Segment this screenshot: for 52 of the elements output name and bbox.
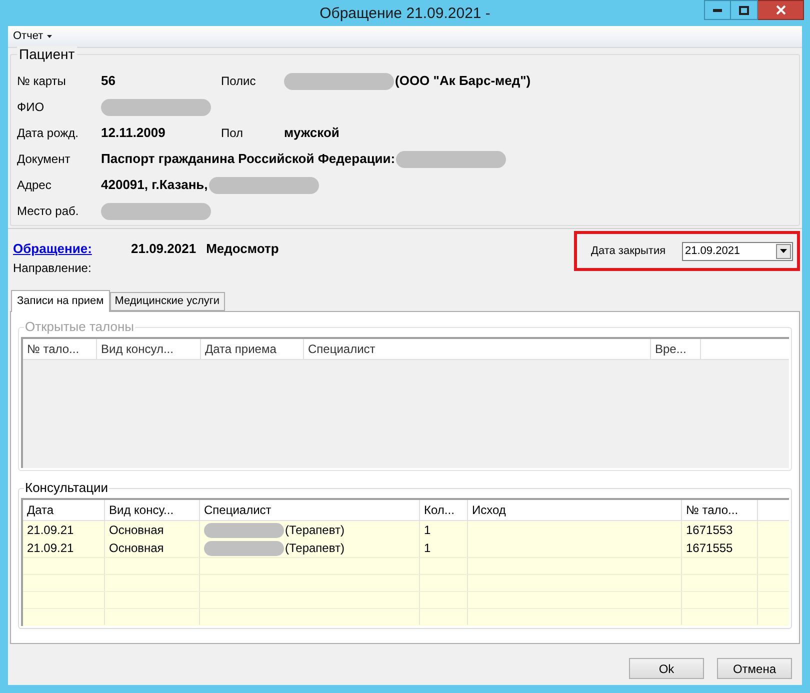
cell-text: Основная bbox=[109, 540, 164, 557]
field-label: Пол bbox=[221, 126, 244, 140]
caret-icon bbox=[47, 35, 52, 38]
field-value: 12.11.2009 bbox=[101, 124, 166, 142]
field-value: Паспорт гражданина Российской Федерации: bbox=[101, 150, 396, 168]
cell-text: 1671555 bbox=[686, 540, 733, 557]
group-title: Консультации bbox=[24, 480, 110, 496]
dialog-button[interactable]: Ok bbox=[629, 658, 704, 679]
menu-item[interactable]: Отчет bbox=[11, 28, 54, 45]
field-value: (ООО "Ак Барс-мед") bbox=[395, 72, 531, 90]
field-value: 56 bbox=[101, 72, 116, 90]
cell-text: 1 bbox=[424, 540, 431, 557]
cell-text: 1671553 bbox=[686, 522, 733, 539]
column-header[interactable]: Исход bbox=[468, 500, 682, 520]
appeal-link[interactable]: Обращение: bbox=[13, 239, 131, 258]
window-title: Обращение 21.09.2021 - bbox=[320, 5, 490, 22]
field-label: Документ bbox=[17, 152, 70, 166]
field-label: Адрес bbox=[17, 178, 52, 192]
appeal-type: Медосмотр bbox=[206, 240, 279, 258]
column-header[interactable]: Кол... bbox=[420, 500, 468, 520]
maximize-icon bbox=[739, 6, 749, 14]
minimize-icon bbox=[713, 8, 722, 12]
maximize-button[interactable] bbox=[731, 0, 758, 20]
field-label: Место раб. bbox=[17, 204, 79, 218]
cell-text: (Терапевт) bbox=[285, 522, 344, 539]
tab[interactable]: Медицинские услуги bbox=[110, 292, 225, 311]
close-button[interactable] bbox=[758, 0, 804, 20]
field-label: Полис bbox=[221, 74, 256, 88]
field-value: 420091, г.Казань, bbox=[101, 176, 208, 194]
field-label: ФИО bbox=[17, 100, 44, 114]
tab[interactable]: Записи на прием bbox=[11, 290, 110, 312]
close-icon bbox=[776, 5, 786, 15]
field-label: Дата закрытия bbox=[591, 244, 667, 259]
cell-text: (Терапевт) bbox=[285, 540, 344, 557]
column-header[interactable]: Специалист bbox=[200, 500, 420, 520]
group-title: Пациент bbox=[17, 46, 77, 62]
group-title: Открытые талоны bbox=[24, 319, 135, 335]
field-value: мужской bbox=[284, 124, 340, 142]
field-label: Дата рожд. bbox=[17, 126, 78, 140]
column-header[interactable]: № тало... bbox=[682, 500, 758, 520]
cell-text: 1 bbox=[424, 522, 431, 539]
date-dropdown[interactable]: 21.09.2021 bbox=[682, 242, 793, 260]
cell-text: 21.09.21 bbox=[27, 522, 74, 539]
column-header[interactable]: Дата bbox=[23, 500, 105, 520]
appeal-date: 21.09.2021 bbox=[131, 240, 196, 258]
minimize-button[interactable] bbox=[704, 0, 731, 20]
column-header[interactable]: Вид консу... bbox=[105, 500, 200, 520]
dialog-button[interactable]: Отмена bbox=[717, 658, 792, 679]
cell-text: 21.09.21 bbox=[27, 540, 74, 557]
field-label: № карты bbox=[17, 74, 66, 88]
field-label: Направление: bbox=[13, 260, 92, 277]
cell-text: Основная bbox=[109, 522, 164, 539]
